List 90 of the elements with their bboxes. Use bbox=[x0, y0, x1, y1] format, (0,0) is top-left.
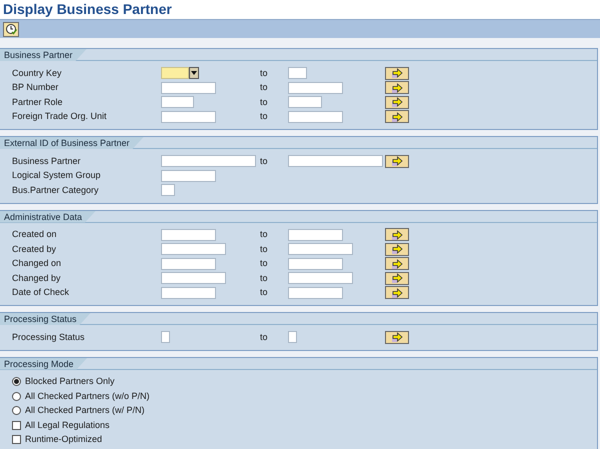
input-field[interactable] bbox=[161, 96, 194, 108]
to-label: to bbox=[260, 66, 269, 80]
input-field[interactable] bbox=[288, 67, 307, 80]
to-label: to bbox=[260, 96, 269, 108]
to-label: to bbox=[260, 154, 269, 168]
arrow-icon bbox=[390, 273, 404, 284]
section-title: Administrative Data bbox=[0, 210, 96, 222]
arrow-button[interactable] bbox=[385, 66, 409, 80]
input-field[interactable] bbox=[161, 82, 216, 94]
field-label: Foreign Trade Org. Unit bbox=[11, 110, 108, 123]
arrow-icon bbox=[390, 68, 404, 78]
field-label: Changed by bbox=[11, 272, 62, 285]
arrow-icon bbox=[390, 258, 404, 269]
to-label: to bbox=[260, 110, 269, 123]
input-field[interactable] bbox=[288, 272, 353, 284]
to-label: to bbox=[260, 286, 269, 299]
arrow-icon bbox=[390, 230, 404, 240]
arrow-icon bbox=[390, 288, 404, 298]
field-label: Logical System Group bbox=[11, 169, 102, 182]
arrow-button[interactable] bbox=[385, 286, 409, 300]
input-field[interactable] bbox=[161, 286, 216, 299]
arrow-button[interactable] bbox=[385, 228, 409, 242]
radio-button[interactable] bbox=[12, 406, 21, 416]
input-field[interactable] bbox=[161, 67, 189, 80]
input-field[interactable] bbox=[161, 331, 170, 344]
input-field[interactable] bbox=[288, 228, 343, 241]
to-label: to bbox=[260, 330, 269, 344]
to-label: to bbox=[260, 228, 269, 241]
field-label: Partner Role bbox=[11, 96, 64, 108]
input-field[interactable] bbox=[288, 110, 343, 123]
input-field[interactable] bbox=[288, 82, 343, 94]
arrow-icon bbox=[390, 97, 404, 108]
input-field[interactable] bbox=[288, 243, 353, 256]
to-label: to bbox=[260, 242, 269, 256]
arrow-icon bbox=[390, 332, 404, 342]
option-label: Blocked Partners Only bbox=[25, 375, 115, 388]
to-label: to bbox=[260, 272, 269, 284]
arrow-button[interactable] bbox=[385, 257, 409, 270]
field-label: Changed on bbox=[11, 257, 62, 270]
input-field[interactable] bbox=[161, 155, 256, 168]
clock-icon bbox=[5, 23, 17, 35]
input-field[interactable] bbox=[288, 155, 383, 168]
option-label: Runtime-Optimized bbox=[25, 433, 102, 446]
section-title: Business Partner bbox=[0, 49, 87, 61]
arrow-button[interactable] bbox=[385, 330, 409, 344]
input-field[interactable] bbox=[161, 170, 216, 182]
field-label: Processing Status bbox=[11, 330, 86, 344]
option-label: All Checked Partners (w/ P/N) bbox=[25, 404, 145, 417]
arrow-icon bbox=[390, 244, 404, 254]
dropdown-button[interactable] bbox=[189, 67, 199, 80]
toolbar-button[interactable] bbox=[3, 22, 19, 36]
input-field[interactable] bbox=[161, 272, 226, 284]
arrow-button[interactable] bbox=[385, 154, 409, 168]
input-field[interactable] bbox=[161, 110, 216, 123]
field-label: Created on bbox=[11, 228, 58, 241]
arrow-button[interactable] bbox=[385, 272, 409, 285]
input-field[interactable] bbox=[288, 258, 343, 270]
field-label: Created by bbox=[11, 242, 58, 256]
field-label: Date of Check bbox=[11, 286, 70, 299]
checkbox[interactable] bbox=[12, 420, 21, 430]
input-field[interactable] bbox=[161, 243, 226, 256]
radio-button[interactable] bbox=[12, 377, 21, 386]
arrow-button[interactable] bbox=[385, 96, 409, 109]
section-title: Processing Status bbox=[0, 313, 91, 325]
field-label: BP Number bbox=[11, 81, 60, 94]
page-title: Display Business Partner bbox=[0, 0, 600, 19]
input-field[interactable] bbox=[288, 331, 297, 344]
caret-down-icon bbox=[191, 71, 197, 76]
field-label: Country Key bbox=[11, 66, 63, 80]
input-field[interactable] bbox=[161, 228, 216, 241]
input-field[interactable] bbox=[161, 258, 216, 270]
arrow-icon bbox=[390, 156, 404, 166]
arrow-button[interactable] bbox=[385, 110, 409, 124]
arrow-icon bbox=[390, 82, 404, 93]
section-title: External ID of Business Partner bbox=[0, 137, 144, 149]
input-field[interactable] bbox=[288, 96, 322, 108]
section-title: Processing Mode bbox=[0, 358, 88, 370]
field-label: Bus.Partner Category bbox=[11, 184, 100, 197]
input-field[interactable] bbox=[161, 184, 175, 196]
to-label: to bbox=[260, 81, 269, 94]
field-label: Business Partner bbox=[11, 154, 82, 168]
arrow-icon bbox=[390, 112, 404, 122]
option-label: All Checked Partners (w/o P/N) bbox=[25, 390, 150, 403]
radio-button[interactable] bbox=[12, 392, 21, 401]
to-label: to bbox=[260, 257, 269, 270]
input-field[interactable] bbox=[288, 286, 343, 299]
arrow-button[interactable] bbox=[385, 81, 409, 94]
checkbox[interactable] bbox=[12, 435, 21, 444]
arrow-button[interactable] bbox=[385, 242, 409, 256]
option-label: All Legal Regulations bbox=[25, 418, 110, 432]
